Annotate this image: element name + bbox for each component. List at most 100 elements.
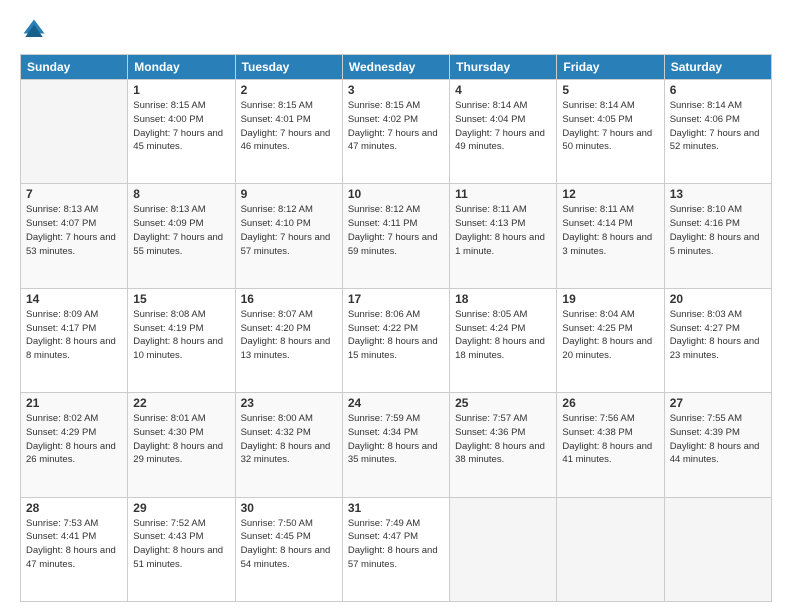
- day-info: Sunrise: 7:53 AMSunset: 4:41 PMDaylight:…: [26, 517, 122, 572]
- day-number: 3: [348, 83, 444, 97]
- day-number: 8: [133, 187, 229, 201]
- weekday-header-sunday: Sunday: [21, 55, 128, 80]
- calendar-cell: 5 Sunrise: 8:14 AMSunset: 4:05 PMDaylight…: [557, 80, 664, 184]
- calendar-table: SundayMondayTuesdayWednesdayThursdayFrid…: [20, 54, 772, 602]
- day-number: 19: [562, 292, 658, 306]
- day-info: Sunrise: 7:50 AMSunset: 4:45 PMDaylight:…: [241, 517, 337, 572]
- day-info: Sunrise: 8:00 AMSunset: 4:32 PMDaylight:…: [241, 412, 337, 467]
- calendar-cell: 21 Sunrise: 8:02 AMSunset: 4:29 PMDayligh…: [21, 393, 128, 497]
- day-info: Sunrise: 8:02 AMSunset: 4:29 PMDaylight:…: [26, 412, 122, 467]
- calendar-cell: 11 Sunrise: 8:11 AMSunset: 4:13 PMDayligh…: [450, 184, 557, 288]
- calendar-cell: 18 Sunrise: 8:05 AMSunset: 4:24 PMDayligh…: [450, 288, 557, 392]
- week-row-3: 21 Sunrise: 8:02 AMSunset: 4:29 PMDayligh…: [21, 393, 772, 497]
- day-info: Sunrise: 7:55 AMSunset: 4:39 PMDaylight:…: [670, 412, 766, 467]
- calendar-cell: 31 Sunrise: 7:49 AMSunset: 4:47 PMDayligh…: [342, 497, 449, 601]
- day-info: Sunrise: 8:15 AMSunset: 4:00 PMDaylight:…: [133, 99, 229, 154]
- calendar-cell: 28Sunrise: 7:53 AMSunset: 4:41 PMDayligh…: [21, 497, 128, 601]
- calendar-cell: 3 Sunrise: 8:15 AMSunset: 4:02 PMDaylight…: [342, 80, 449, 184]
- week-row-1: 7 Sunrise: 8:13 AMSunset: 4:07 PMDaylight…: [21, 184, 772, 288]
- day-info: Sunrise: 8:12 AMSunset: 4:10 PMDaylight:…: [241, 203, 337, 258]
- weekday-header-tuesday: Tuesday: [235, 55, 342, 80]
- logo-icon: [20, 16, 48, 44]
- calendar-cell: 13 Sunrise: 8:10 AMSunset: 4:16 PMDayligh…: [664, 184, 771, 288]
- weekday-header-friday: Friday: [557, 55, 664, 80]
- calendar-cell: 30 Sunrise: 7:50 AMSunset: 4:45 PMDayligh…: [235, 497, 342, 601]
- calendar-cell: 20Sunrise: 8:03 AMSunset: 4:27 PMDayligh…: [664, 288, 771, 392]
- day-info: Sunrise: 7:52 AMSunset: 4:43 PMDaylight:…: [133, 517, 229, 572]
- calendar-cell: 10 Sunrise: 8:12 AMSunset: 4:11 PMDayligh…: [342, 184, 449, 288]
- day-info: Sunrise: 7:59 AMSunset: 4:34 PMDaylight:…: [348, 412, 444, 467]
- day-number: 12: [562, 187, 658, 201]
- calendar-cell: 7 Sunrise: 8:13 AMSunset: 4:07 PMDaylight…: [21, 184, 128, 288]
- calendar-cell: [664, 497, 771, 601]
- calendar-cell: [557, 497, 664, 601]
- calendar-cell: 6 Sunrise: 8:14 AMSunset: 4:06 PMDaylight…: [664, 80, 771, 184]
- day-info: Sunrise: 8:13 AMSunset: 4:07 PMDaylight:…: [26, 203, 122, 258]
- calendar-cell: 1Sunrise: 8:15 AMSunset: 4:00 PMDaylight…: [128, 80, 235, 184]
- day-number: 16: [241, 292, 337, 306]
- day-number: 7: [26, 187, 122, 201]
- day-number: 2: [241, 83, 337, 97]
- day-info: Sunrise: 8:08 AMSunset: 4:19 PMDaylight:…: [133, 308, 229, 363]
- calendar-cell: 27Sunrise: 7:55 AMSunset: 4:39 PMDayligh…: [664, 393, 771, 497]
- day-info: Sunrise: 7:49 AMSunset: 4:47 PMDaylight:…: [348, 517, 444, 572]
- calendar-cell: 24 Sunrise: 7:59 AMSunset: 4:34 PMDayligh…: [342, 393, 449, 497]
- day-number: 21: [26, 396, 122, 410]
- day-info: Sunrise: 8:15 AMSunset: 4:01 PMDaylight:…: [241, 99, 337, 154]
- day-number: 29: [133, 501, 229, 515]
- calendar-cell: 22 Sunrise: 8:01 AMSunset: 4:30 PMDayligh…: [128, 393, 235, 497]
- calendar-cell: 16 Sunrise: 8:07 AMSunset: 4:20 PMDayligh…: [235, 288, 342, 392]
- day-number: 22: [133, 396, 229, 410]
- weekday-header-saturday: Saturday: [664, 55, 771, 80]
- day-number: 26: [562, 396, 658, 410]
- calendar-cell: 4Sunrise: 8:14 AMSunset: 4:04 PMDaylight…: [450, 80, 557, 184]
- header: [20, 16, 772, 44]
- day-number: 20: [670, 292, 766, 306]
- day-number: 11: [455, 187, 551, 201]
- day-info: Sunrise: 8:04 AMSunset: 4:25 PMDaylight:…: [562, 308, 658, 363]
- day-info: Sunrise: 8:06 AMSunset: 4:22 PMDaylight:…: [348, 308, 444, 363]
- day-number: 13: [670, 187, 766, 201]
- day-info: Sunrise: 8:05 AMSunset: 4:24 PMDaylight:…: [455, 308, 551, 363]
- calendar-cell: 9 Sunrise: 8:12 AMSunset: 4:10 PMDaylight…: [235, 184, 342, 288]
- page: SundayMondayTuesdayWednesdayThursdayFrid…: [0, 0, 792, 612]
- day-info: Sunrise: 8:09 AMSunset: 4:17 PMDaylight:…: [26, 308, 122, 363]
- day-info: Sunrise: 8:13 AMSunset: 4:09 PMDaylight:…: [133, 203, 229, 258]
- day-number: 6: [670, 83, 766, 97]
- day-info: Sunrise: 8:10 AMSunset: 4:16 PMDaylight:…: [670, 203, 766, 258]
- day-number: 5: [562, 83, 658, 97]
- day-info: Sunrise: 8:12 AMSunset: 4:11 PMDaylight:…: [348, 203, 444, 258]
- day-info: Sunrise: 8:01 AMSunset: 4:30 PMDaylight:…: [133, 412, 229, 467]
- calendar-cell: 29 Sunrise: 7:52 AMSunset: 4:43 PMDayligh…: [128, 497, 235, 601]
- calendar-cell: [450, 497, 557, 601]
- day-number: 15: [133, 292, 229, 306]
- weekday-header-thursday: Thursday: [450, 55, 557, 80]
- day-number: 30: [241, 501, 337, 515]
- calendar-cell: 17Sunrise: 8:06 AMSunset: 4:22 PMDayligh…: [342, 288, 449, 392]
- day-info: Sunrise: 8:14 AMSunset: 4:06 PMDaylight:…: [670, 99, 766, 154]
- day-number: 25: [455, 396, 551, 410]
- day-number: 4: [455, 83, 551, 97]
- logo: [20, 16, 52, 44]
- day-info: Sunrise: 7:56 AMSunset: 4:38 PMDaylight:…: [562, 412, 658, 467]
- week-row-0: 1Sunrise: 8:15 AMSunset: 4:00 PMDaylight…: [21, 80, 772, 184]
- day-info: Sunrise: 8:11 AMSunset: 4:14 PMDaylight:…: [562, 203, 658, 258]
- day-info: Sunrise: 7:57 AMSunset: 4:36 PMDaylight:…: [455, 412, 551, 467]
- calendar-cell: 8 Sunrise: 8:13 AMSunset: 4:09 PMDaylight…: [128, 184, 235, 288]
- day-info: Sunrise: 8:07 AMSunset: 4:20 PMDaylight:…: [241, 308, 337, 363]
- day-number: 23: [241, 396, 337, 410]
- weekday-header-wednesday: Wednesday: [342, 55, 449, 80]
- calendar-cell: 14 Sunrise: 8:09 AMSunset: 4:17 PMDayligh…: [21, 288, 128, 392]
- day-info: Sunrise: 8:14 AMSunset: 4:05 PMDaylight:…: [562, 99, 658, 154]
- calendar-cell: 2 Sunrise: 8:15 AMSunset: 4:01 PMDaylight…: [235, 80, 342, 184]
- day-number: 10: [348, 187, 444, 201]
- day-number: 24: [348, 396, 444, 410]
- day-number: 18: [455, 292, 551, 306]
- day-number: 9: [241, 187, 337, 201]
- day-info: Sunrise: 8:11 AMSunset: 4:13 PMDaylight:…: [455, 203, 551, 258]
- calendar-cell: 23 Sunrise: 8:00 AMSunset: 4:32 PMDayligh…: [235, 393, 342, 497]
- week-row-2: 14 Sunrise: 8:09 AMSunset: 4:17 PMDayligh…: [21, 288, 772, 392]
- day-info: Sunrise: 8:15 AMSunset: 4:02 PMDaylight:…: [348, 99, 444, 154]
- day-number: 31: [348, 501, 444, 515]
- day-number: 14: [26, 292, 122, 306]
